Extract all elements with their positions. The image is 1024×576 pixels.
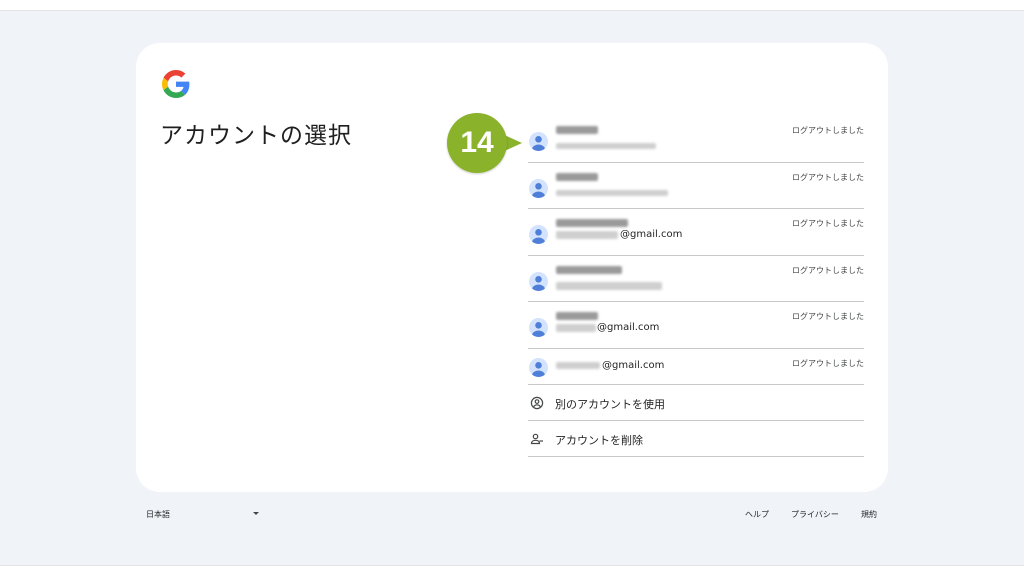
avatar-icon — [529, 225, 548, 245]
account-status: ログアウトしました — [792, 358, 864, 368]
account-item[interactable]: ログアウトしました — [528, 163, 864, 210]
avatar-icon — [529, 178, 548, 198]
remove-account-button[interactable]: アカウントを削除 — [528, 421, 864, 457]
page-title: アカウントの選択 — [160, 123, 352, 149]
top-bar — [0, 0, 1024, 11]
account-email-redacted — [556, 189, 668, 196]
account-name-redacted — [556, 219, 628, 228]
account-status: ログアウトしました — [792, 172, 864, 182]
account-name-redacted — [556, 172, 598, 181]
remove-account-label: アカウントを削除 — [555, 433, 643, 447]
chevron-down-icon[interactable] — [253, 512, 259, 515]
use-another-account-button[interactable]: 別のアカウントを使用 — [528, 385, 864, 421]
account-item[interactable]: @gmail.com ログアウトしました — [528, 209, 864, 256]
language-selector[interactable]: 日本語 — [146, 509, 170, 520]
account-item[interactable]: @gmail.com ログアウトしました — [528, 302, 864, 349]
account-email-redacted — [556, 143, 656, 149]
account-email-domain: @gmail.com — [620, 229, 683, 241]
step-number: 14 — [460, 126, 494, 159]
account-email-redacted — [556, 231, 618, 240]
account-email-domain: @gmail.com — [597, 322, 660, 334]
avatar-icon — [529, 318, 548, 338]
avatar-icon — [529, 132, 548, 151]
bottom-bar — [0, 565, 1024, 576]
account-name-redacted — [556, 126, 598, 134]
account-item[interactable]: ログアウトしました — [528, 116, 864, 163]
account-circle-icon — [530, 396, 544, 410]
privacy-link[interactable]: プライバシー — [791, 509, 839, 520]
help-link[interactable]: ヘルプ — [745, 509, 769, 520]
account-email-redacted — [556, 324, 596, 333]
account-email-redacted — [556, 361, 600, 369]
use-another-account-label: 別のアカウントを使用 — [555, 397, 665, 411]
account-email-redacted — [556, 281, 662, 290]
google-logo-icon — [162, 70, 190, 98]
person-remove-icon — [530, 433, 543, 445]
avatar-icon — [529, 271, 548, 291]
account-item[interactable]: ログアウトしました — [528, 256, 864, 303]
account-status: ログアウトしました — [792, 312, 864, 322]
account-name-redacted — [556, 312, 598, 321]
avatar-icon — [529, 357, 548, 377]
account-chooser-card: アカウントの選択 ログアウトしました ログアウトしました @gmail.com … — [136, 43, 888, 492]
account-status: ログアウトしました — [792, 219, 864, 229]
account-status: ログアウトしました — [792, 126, 864, 135]
account-name-redacted — [556, 265, 622, 274]
terms-link[interactable]: 規約 — [861, 509, 877, 520]
account-item[interactable]: @gmail.com ログアウトしました — [528, 349, 864, 385]
account-list: ログアウトしました ログアウトしました @gmail.com ログアウトしました — [528, 116, 864, 457]
account-email-domain: @gmail.com — [602, 359, 665, 371]
account-status: ログアウトしました — [792, 265, 864, 275]
